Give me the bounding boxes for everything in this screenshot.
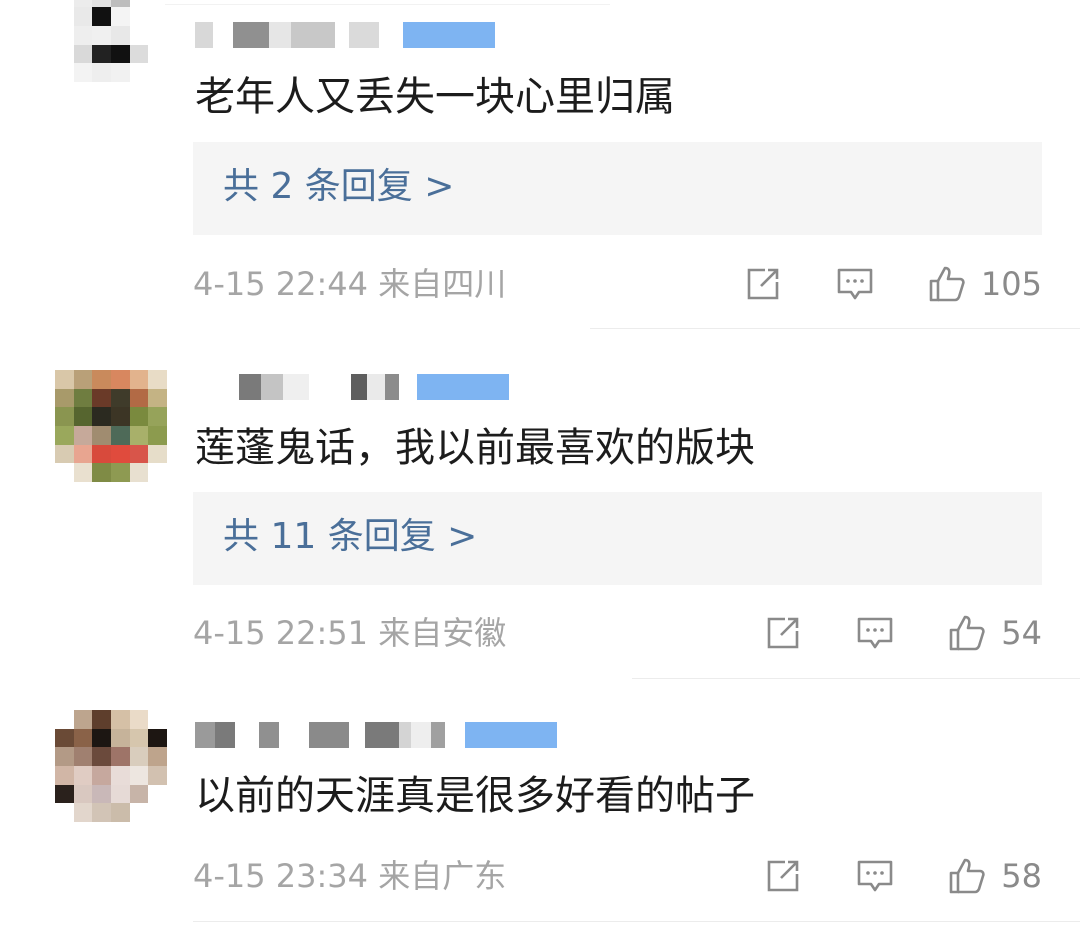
comment-icon[interactable]	[835, 264, 875, 304]
comment-text: 老年人又丢失一块心里归属	[195, 74, 675, 120]
username[interactable]	[195, 374, 509, 400]
share-icon[interactable]	[763, 856, 803, 896]
replies-box[interactable]: 共 2 条回复 >	[193, 142, 1042, 235]
comment-list: 老年人又丢失一块心里归属 共 2 条回复 > 4-15 22:44 来自四川 1…	[0, 0, 1080, 925]
verified-badge	[403, 22, 495, 48]
comment-actions: 105	[743, 264, 1042, 304]
like-count: 58	[1001, 857, 1042, 895]
verified-badge	[465, 722, 557, 748]
comment-location: 来自四川	[378, 265, 507, 303]
comment-date: 4-15 23:34	[193, 857, 369, 895]
replies-link[interactable]: 共 2 条回复 >	[223, 165, 454, 209]
like-count: 54	[1001, 614, 1042, 652]
avatar[interactable]	[55, 710, 167, 822]
comment-meta: 4-15 23:34 来自广东	[193, 856, 506, 896]
divider	[632, 678, 1080, 679]
divider	[165, 4, 610, 5]
divider	[590, 328, 1080, 329]
username[interactable]	[195, 722, 557, 748]
verified-badge	[417, 374, 509, 400]
username[interactable]	[195, 22, 495, 48]
comment-icon[interactable]	[855, 856, 895, 896]
thumbs-up-icon[interactable]	[927, 264, 967, 304]
avatar[interactable]	[55, 0, 167, 82]
thumbs-up-icon[interactable]	[947, 613, 987, 653]
comment-icon[interactable]	[855, 613, 895, 653]
comment-location: 来自广东	[378, 857, 507, 895]
comment-actions: 58	[763, 856, 1042, 896]
comment-meta: 4-15 22:51 来自安徽	[193, 613, 506, 653]
comment-text: 莲蓬鬼话，我以前最喜欢的版块	[195, 425, 755, 471]
comment-date: 4-15 22:51	[193, 614, 369, 652]
comment-meta: 4-15 22:44 来自四川	[193, 264, 506, 304]
share-icon[interactable]	[743, 264, 783, 304]
divider	[193, 921, 1080, 922]
comment-date: 4-15 22:44	[193, 265, 369, 303]
replies-link[interactable]: 共 11 条回复 >	[223, 515, 477, 559]
replies-box[interactable]: 共 11 条回复 >	[193, 492, 1042, 585]
comment-location: 来自安徽	[378, 614, 507, 652]
thumbs-up-icon[interactable]	[947, 856, 987, 896]
comment-text: 以前的天涯真是很多好看的帖子	[195, 773, 755, 819]
share-icon[interactable]	[763, 613, 803, 653]
comment-actions: 54	[763, 613, 1042, 653]
avatar[interactable]	[55, 370, 167, 482]
like-count: 105	[980, 265, 1042, 303]
